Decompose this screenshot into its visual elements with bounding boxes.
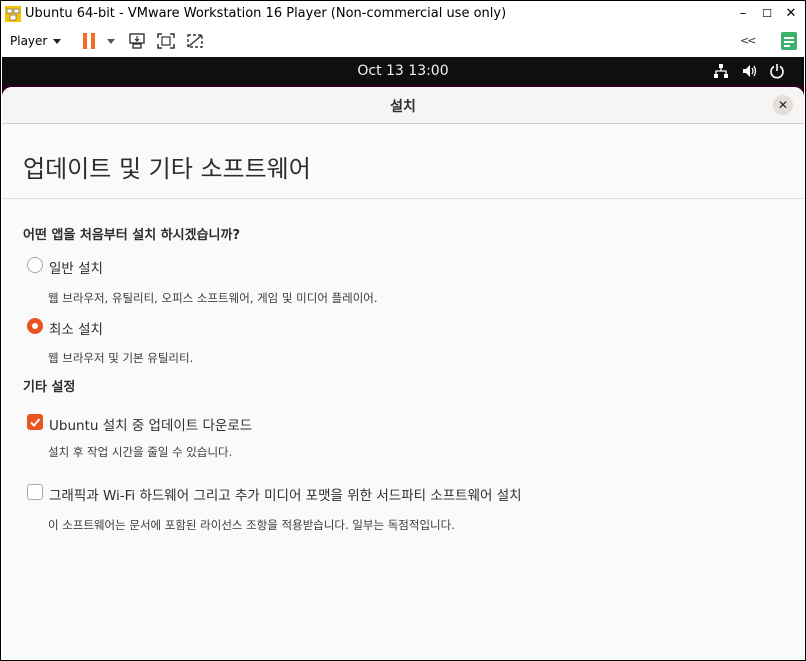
fullscreen-icon[interactable] — [156, 32, 176, 50]
divider — [2, 198, 804, 199]
maximize-button[interactable]: ☐ — [755, 5, 779, 23]
page-title: 업데이트 및 기타 소프트웨어 — [23, 155, 311, 183]
collapse-toolbar-button[interactable]: << — [740, 34, 757, 47]
chevron-down-icon — [53, 39, 62, 44]
close-window-button[interactable]: ✕ — [779, 5, 803, 23]
send-ctrl-alt-del-icon[interactable] — [127, 32, 147, 50]
vmware-app-icon — [5, 6, 21, 22]
close-icon: ✕ — [777, 98, 789, 112]
download-updates-label[interactable]: Ubuntu 설치 중 업데이트 다운로드 — [49, 414, 252, 434]
normal-install-label[interactable]: 일반 설치 — [49, 257, 103, 277]
radio-unchecked-icon[interactable] — [27, 257, 43, 273]
network-icon[interactable] — [713, 63, 729, 79]
installer-close-button[interactable]: ✕ — [773, 95, 793, 115]
vmware-titlebar: Ubuntu 64-bit - VMware Workstation 16 Pl… — [1, 1, 805, 27]
installer-content: 설치 ✕ 업데이트 및 기타 소프트웨어 어떤 앱을 처음부터 설치 하시겠습니… — [2, 87, 804, 659]
window-title: Ubuntu 64-bit - VMware Workstation 16 Pl… — [25, 6, 507, 21]
checkbox-checked-icon[interactable] — [27, 414, 43, 430]
third-party-software-label[interactable]: 그래픽과 Wi-Fi 하드웨어 그리고 추가 미디어 포맷을 위한 서드파티 소… — [49, 484, 522, 504]
volume-icon[interactable] — [742, 63, 758, 79]
download-updates-description: 설치 후 작업 시간을 줄일 수 있습니다. — [48, 445, 233, 459]
installer-window: 설치 ✕ 업데이트 및 기타 소프트웨어 어떤 앱을 처음부터 설치 하시겠습니… — [2, 85, 804, 659]
ubuntu-topbar: Oct 13 13:00 — [2, 57, 804, 85]
other-options-heading: 기타 설정 — [23, 380, 76, 395]
notes-icon[interactable] — [781, 32, 797, 50]
pause-icon — [83, 33, 87, 49]
player-menu[interactable]: Player — [10, 34, 62, 48]
installer-headerbar: 설치 ✕ — [2, 87, 804, 124]
minimize-button[interactable]: – — [731, 5, 755, 23]
clock[interactable]: Oct 13 13:00 — [2, 63, 804, 79]
unity-mode-icon[interactable] — [185, 32, 205, 50]
pause-button[interactable] — [83, 33, 97, 49]
radio-checked-icon[interactable] — [27, 318, 43, 334]
power-icon[interactable] — [769, 63, 785, 79]
vmware-toolbar: Player << — [1, 27, 805, 57]
third-party-software-description: 이 소프트웨어는 문서에 포함된 라이선스 조항을 적용받습니다. 일부는 독점… — [48, 518, 455, 532]
pause-options-chevron-icon[interactable] — [107, 39, 115, 44]
minimal-install-description: 웹 브라우저 및 기본 유틸리티. — [48, 351, 194, 365]
minimal-install-label[interactable]: 최소 설치 — [49, 318, 103, 338]
player-menu-label: Player — [10, 34, 48, 48]
normal-install-description: 웹 브라우저, 유틸리티, 오피스 소프트웨어, 게임 및 미디어 플레이어. — [48, 291, 378, 305]
installer-title: 설치 — [390, 99, 416, 115]
install-type-question: 어떤 앱을 처음부터 설치 하시겠습니까? — [23, 228, 241, 243]
checkbox-unchecked-icon[interactable] — [27, 484, 43, 500]
